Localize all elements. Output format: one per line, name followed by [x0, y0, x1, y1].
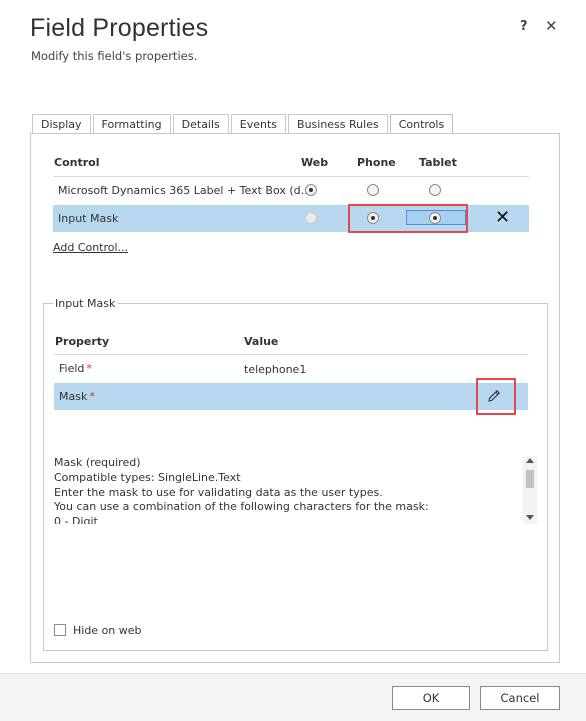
property-value: telephone1: [244, 363, 307, 376]
tablet-column-header: Tablet: [419, 156, 457, 169]
controls-panel: Control Web Phone Tablet Microsoft Dynam…: [30, 133, 560, 663]
add-control-link[interactable]: Add Control...: [53, 241, 128, 254]
tab-bar: Display Formatting Details Events Busine…: [32, 114, 455, 135]
ok-button[interactable]: OK: [392, 686, 470, 710]
control-row[interactable]: Microsoft Dynamics 365 Label + Text Box …: [53, 177, 529, 204]
web-column-header: Web: [301, 156, 329, 169]
hide-on-web-label: Hide on web: [73, 624, 142, 637]
tab-events[interactable]: Events: [230, 114, 287, 134]
description-line: Mask (required): [54, 456, 141, 469]
web-radio[interactable]: [305, 184, 317, 196]
input-mask-legend: Input Mask: [53, 297, 118, 310]
scroll-thumb[interactable]: [526, 470, 534, 488]
required-mark: *: [89, 390, 95, 403]
property-row-selected[interactable]: Mask *: [54, 383, 528, 410]
help-icon[interactable]: ?: [520, 19, 528, 34]
tablet-radio[interactable]: [429, 184, 441, 196]
cancel-button[interactable]: Cancel: [480, 686, 560, 710]
dialog-title: Field Properties: [30, 14, 209, 42]
property-name: Field *: [59, 362, 92, 375]
field-properties-dialog: Field Properties Modify this field's pro…: [0, 0, 586, 721]
highlight-box: [348, 204, 468, 233]
input-mask-group: Input Mask Property Value Field * telepho…: [43, 297, 548, 651]
tab-formatting[interactable]: Formatting: [92, 114, 171, 134]
property-description: Mask (required) Compatible types: Single…: [54, 456, 522, 524]
description-scrollbar[interactable]: [523, 456, 537, 524]
dialog-footer: OK Cancel: [0, 673, 586, 721]
remove-control-icon[interactable]: ✕: [495, 207, 510, 228]
description-line: Compatible types: SingleLine.Text: [54, 470, 241, 484]
tab-display[interactable]: Display: [32, 114, 91, 134]
tab-details[interactable]: Details: [172, 114, 229, 134]
tab-business-rules[interactable]: Business Rules: [288, 114, 388, 134]
required-mark: *: [86, 362, 92, 375]
property-row[interactable]: Field * telephone1: [54, 355, 528, 382]
scroll-up-icon[interactable]: [526, 458, 534, 463]
hide-on-web-checkbox[interactable]: [54, 624, 66, 636]
property-name: Mask *: [59, 390, 95, 403]
scroll-down-icon[interactable]: [526, 515, 534, 520]
phone-column-header: Phone: [357, 156, 396, 169]
property-column-header: Property: [55, 335, 110, 348]
dialog-subtitle: Modify this field's properties.: [31, 49, 198, 63]
phone-radio[interactable]: [367, 184, 379, 196]
web-radio: [305, 212, 317, 224]
control-name: Input Mask: [58, 212, 119, 225]
description-line: 0 - Digit: [54, 515, 98, 524]
control-name: Microsoft Dynamics 365 Label + Text Box …: [58, 184, 312, 197]
close-icon[interactable]: ✕: [545, 17, 558, 35]
description-line: Enter the mask to use for validating dat…: [54, 485, 383, 499]
tab-controls[interactable]: Controls: [389, 114, 454, 135]
description-line: You can use a combination of the followi…: [54, 500, 429, 514]
pencil-icon[interactable]: [486, 388, 502, 404]
control-column-header: Control: [54, 156, 100, 169]
value-column-header: Value: [244, 335, 279, 348]
